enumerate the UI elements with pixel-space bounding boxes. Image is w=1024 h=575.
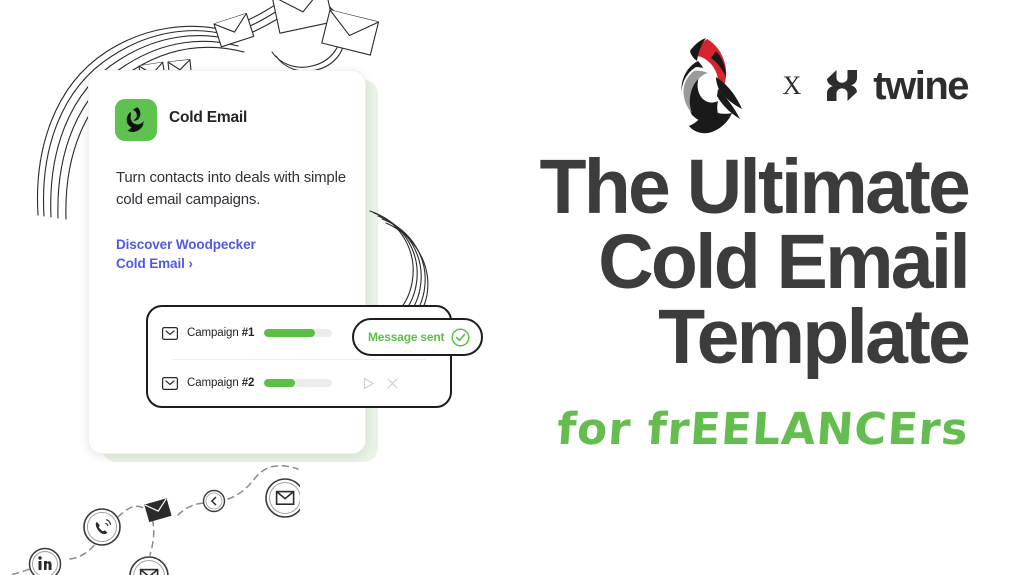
campaign-label-prefix: Campaign — [187, 327, 242, 339]
contact-path-sketch — [7, 464, 300, 575]
page-subtitle-text: for frEELANCErs — [554, 404, 970, 455]
discover-woodpecker-link[interactable]: Discover Woodpecker Cold Email › — [116, 235, 342, 273]
page-subtitle: for frEELANCErs — [348, 398, 970, 459]
campaign-label: Campaign #2 — [187, 377, 254, 389]
envelope-icon — [265, 478, 300, 518]
logo-row: X twine — [660, 36, 969, 136]
woodpecker-app-icon — [115, 99, 157, 141]
headline-line-1: The Ultimate — [539, 144, 971, 230]
headline-line-2: Cold Email — [598, 219, 971, 305]
card-description: Turn contacts into deals with simple col… — [116, 169, 346, 208]
progress-track — [264, 379, 333, 387]
twine-wordmark: twine — [873, 63, 969, 108]
woodpecker-bird-logo — [681, 38, 743, 134]
link-line-1: Discover Woodpecker — [116, 237, 256, 252]
progress-fill — [264, 329, 316, 337]
play-icon[interactable] — [362, 377, 375, 390]
campaign-label-prefix: Campaign — [187, 377, 242, 389]
envelope-icon — [162, 376, 178, 390]
progress-track — [264, 329, 333, 337]
linkedin-icon — [28, 547, 62, 575]
envelope-icon — [144, 498, 172, 523]
close-icon[interactable] — [386, 377, 399, 390]
phone-call-icon — [83, 508, 121, 546]
campaign-label-number: #2 — [241, 377, 255, 389]
progress-fill — [264, 379, 295, 387]
envelope-icon — [129, 556, 169, 575]
campaign-label-number: #1 — [241, 327, 255, 339]
link-line-2: Cold Email › — [116, 256, 193, 271]
twine-knot-icon — [827, 70, 858, 101]
page-title: The Ultimate Cold Email Template — [348, 144, 971, 380]
campaign-label: Campaign #1 — [187, 327, 254, 339]
headline-line-3: Template — [658, 294, 971, 380]
back-arrow-icon — [202, 489, 226, 513]
envelope-icon — [162, 326, 178, 340]
cross-symbol: X — [782, 71, 802, 100]
row-actions — [362, 377, 399, 390]
card-title: Cold Email — [169, 109, 248, 126]
poster-canvas: Cold Email Turn contacts into deals with… — [0, 0, 1024, 575]
woodpecker-glyph — [126, 107, 144, 132]
